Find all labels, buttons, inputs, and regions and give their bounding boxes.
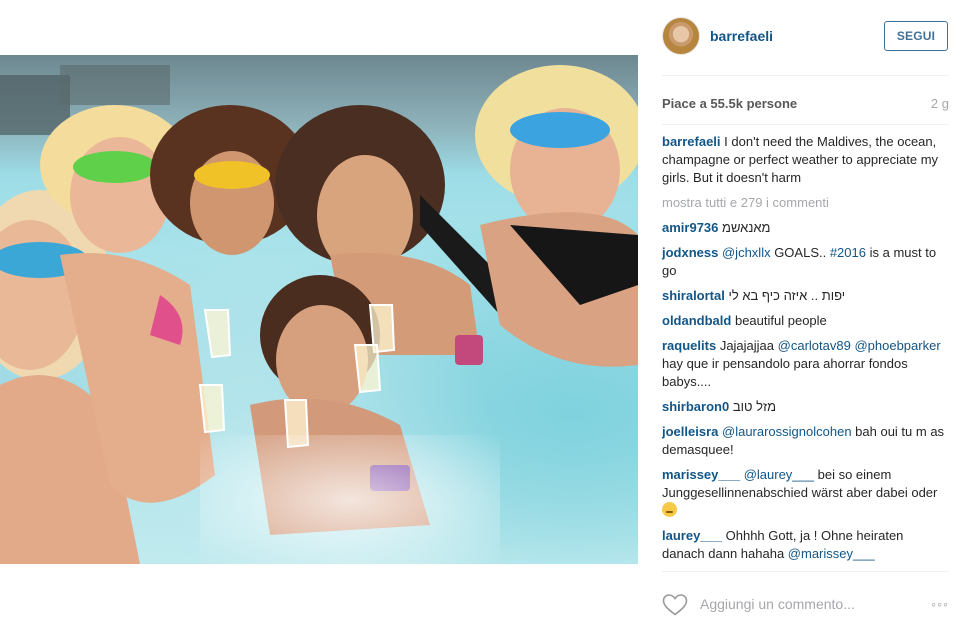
comment-text: Jajajajjaa (719, 338, 778, 353)
comment-username[interactable]: oldandbald (662, 313, 731, 328)
comment-username[interactable]: shirbaron0 (662, 399, 729, 414)
post-time[interactable]: 2 g (931, 96, 949, 111)
comment-text: מאנאשמ (722, 220, 771, 235)
comment-mention[interactable]: @marissey___ (788, 546, 875, 561)
follow-button[interactable]: SEGUI (884, 21, 948, 51)
comment-mention[interactable]: @carlotav89 (778, 338, 851, 353)
comment-username[interactable]: raquelits (662, 338, 716, 353)
smirk-emoji-icon (662, 502, 677, 517)
author-username[interactable]: barrefaeli (710, 28, 773, 44)
comment-username[interactable]: amir9736 (662, 220, 718, 235)
avatar[interactable] (662, 17, 700, 55)
post-photo[interactable] (0, 55, 638, 564)
likes-divider (662, 124, 949, 125)
comment-item: joelleisra @laurarossignolcohen bah oui … (662, 423, 949, 459)
comment-text: מזל טוב (732, 399, 777, 414)
comment-username[interactable]: marissey___ (662, 467, 740, 482)
more-options-icon[interactable]: ◦◦◦ (931, 596, 949, 612)
comment-item: oldandbald beautiful people (662, 312, 949, 330)
likes-row: Piace a 55.5k persone 2 g (662, 96, 949, 114)
comment-item: raquelits Jajajajjaa @carlotav89 @phoebp… (662, 337, 949, 391)
comment-mention[interactable]: @laurey___ (744, 467, 814, 482)
show-all-comments-link[interactable]: mostra tutti e 279 i commenti (662, 194, 949, 212)
caption-username[interactable]: barrefaeli (662, 134, 721, 149)
comment-item: jodxness @jchxllx GOALS.. #2016 is a mus… (662, 244, 949, 280)
comment-item: amir9736 מאנאשמ (662, 219, 949, 237)
comment-text: יפות .. איזה כיף בא לי (728, 288, 846, 303)
comment-username[interactable]: laurey___ (662, 528, 722, 543)
post-footer: Aggiungi un commento... ◦◦◦ (662, 591, 949, 619)
comment-username[interactable]: shiralortal (662, 288, 725, 303)
heart-icon[interactable] (662, 593, 688, 617)
post-header: barrefaeli SEGUI (662, 16, 949, 58)
comment-mention[interactable]: @laurarossignolcohen (722, 424, 852, 439)
comment-text: GOALS.. (770, 245, 830, 260)
comment-item: marissey___ @laurey___ bei so einem Jung… (662, 466, 949, 520)
comment-item: shiralortal יפות .. איזה כיף בא לי (662, 287, 949, 305)
comments-list: barrefaeli I don't need the Maldives, th… (662, 133, 949, 570)
comment-mention[interactable]: @phoebparker (854, 338, 940, 353)
comments-divider (662, 571, 949, 572)
comment-input[interactable]: Aggiungi un commento... (700, 596, 855, 612)
post-sidebar: barrefaeli SEGUI Piace a 55.5k persone 2… (662, 0, 949, 635)
comment-item: laurey___ Ohhhh Gott, ja ! Ohne heiraten… (662, 527, 949, 563)
comment-username[interactable]: joelleisra (662, 424, 718, 439)
comment-item: shirbaron0 מזל טוב (662, 398, 949, 416)
comment-mention[interactable]: @jchxllx (722, 245, 771, 260)
likes-count[interactable]: Piace a 55.5k persone (662, 96, 797, 111)
post-caption: barrefaeli I don't need the Maldives, th… (662, 133, 949, 187)
comment-username[interactable]: jodxness (662, 245, 718, 260)
comment-text: hay que ir pensandolo para ahorrar fondo… (662, 356, 908, 389)
comment-text: beautiful people (734, 313, 827, 328)
comment-mention[interactable]: #2016 (830, 245, 866, 260)
header-divider (662, 75, 949, 76)
water-glare (200, 435, 500, 564)
